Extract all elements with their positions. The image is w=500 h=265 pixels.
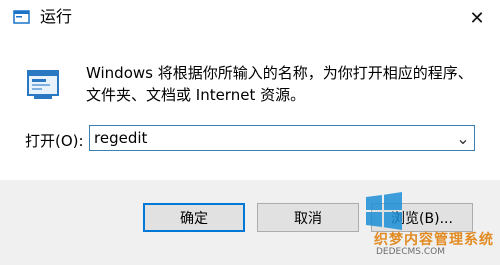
title-bar: 运行 ✕ <box>0 0 500 36</box>
dialog-description: Windows 将根据你所输入的名称，为你打开相应的程序、文件夹、文档或 Int… <box>86 64 473 104</box>
close-icon: ✕ <box>469 7 485 29</box>
watermark-url: DEDECMS.COM <box>376 247 445 257</box>
ok-button[interactable]: 确定 <box>143 203 245 232</box>
command-input[interactable] <box>94 127 444 149</box>
run-icon <box>13 10 30 24</box>
open-label: 打开(O): <box>25 132 84 150</box>
open-combobox[interactable]: ⌄ <box>89 125 475 151</box>
run-program-icon <box>27 70 59 99</box>
chevron-down-icon[interactable]: ⌄ <box>454 128 472 148</box>
site-watermark: 织梦内容管理系统 DEDECMS.COM <box>346 191 496 261</box>
button-bar: 确定 取消 浏览(B)... 织梦内容管理系统 DEDECMS.COM <box>0 180 500 265</box>
windows-logo-icon <box>366 192 402 230</box>
cancel-button[interactable]: 取消 <box>257 203 359 232</box>
watermark-title: 织梦内容管理系统 <box>374 232 494 248</box>
window-title: 运行 <box>40 7 73 26</box>
close-button[interactable]: ✕ <box>454 0 500 36</box>
